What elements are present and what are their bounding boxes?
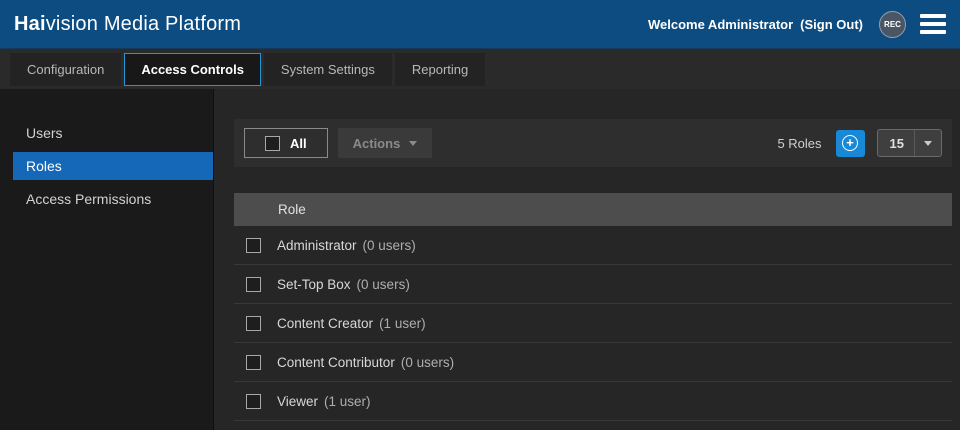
table-row[interactable]: Content Creator (1 user) bbox=[234, 304, 952, 343]
app-header: Haivision Media Platform Welcome Adminis… bbox=[0, 0, 960, 48]
hamburger-menu-icon[interactable] bbox=[920, 10, 946, 38]
row-checkbox[interactable] bbox=[246, 355, 261, 370]
content-panel: All Actions 5 Roles + 15 Role bbox=[214, 89, 960, 430]
roles-count: 5 Roles bbox=[777, 136, 821, 151]
table-header: Role bbox=[234, 193, 952, 226]
actions-dropdown[interactable]: Actions bbox=[338, 128, 433, 158]
main-area: Users Roles Access Permissions All Actio… bbox=[0, 89, 960, 430]
row-checkbox[interactable] bbox=[246, 394, 261, 409]
role-name: Administrator bbox=[277, 238, 357, 253]
plus-icon: + bbox=[842, 135, 858, 151]
role-name: Set-Top Box bbox=[277, 277, 351, 292]
role-user-count: (1 user) bbox=[324, 394, 371, 409]
page-size-dropdown[interactable]: 15 bbox=[877, 129, 942, 157]
header-right: Welcome Administrator (Sign Out) REC bbox=[648, 10, 946, 38]
role-user-count: (0 users) bbox=[363, 238, 416, 253]
sidebar-item-roles[interactable]: Roles bbox=[13, 152, 213, 180]
select-all-button[interactable]: All bbox=[244, 128, 328, 158]
tab-access-controls[interactable]: Access Controls bbox=[124, 53, 261, 86]
sidebar-item-users[interactable]: Users bbox=[13, 119, 213, 147]
actions-label: Actions bbox=[353, 136, 401, 151]
toolbar: All Actions 5 Roles + 15 bbox=[234, 119, 952, 167]
role-user-count: (1 user) bbox=[379, 316, 426, 331]
sidebar-item-access-permissions[interactable]: Access Permissions bbox=[13, 185, 213, 213]
welcome-text: Welcome Administrator bbox=[648, 17, 793, 32]
tab-system-settings[interactable]: System Settings bbox=[264, 53, 392, 86]
row-checkbox[interactable] bbox=[246, 316, 261, 331]
tab-configuration[interactable]: Configuration bbox=[10, 53, 121, 86]
chevron-down-icon bbox=[924, 141, 932, 146]
table-row[interactable]: Viewer (1 user) bbox=[234, 382, 952, 421]
role-user-count: (0 users) bbox=[357, 277, 410, 292]
sidebar: Users Roles Access Permissions bbox=[0, 89, 214, 430]
column-header-role[interactable]: Role bbox=[278, 202, 306, 217]
add-role-button[interactable]: + bbox=[836, 130, 865, 157]
row-checkbox[interactable] bbox=[246, 238, 261, 253]
tab-reporting[interactable]: Reporting bbox=[395, 53, 485, 86]
sign-out-link[interactable]: (Sign Out) bbox=[800, 17, 863, 32]
role-name: Content Creator bbox=[277, 316, 373, 331]
page-size-value: 15 bbox=[890, 136, 904, 151]
select-all-checkbox[interactable] bbox=[265, 136, 280, 151]
table-row[interactable]: Content Contributor (0 users) bbox=[234, 343, 952, 382]
select-all-label: All bbox=[290, 136, 307, 151]
role-name: Content Contributor bbox=[277, 355, 395, 370]
row-checkbox[interactable] bbox=[246, 277, 261, 292]
brand-rest: vision Media Platform bbox=[46, 13, 241, 35]
roles-table: Role Administrator (0 users) Set-Top Box… bbox=[234, 193, 952, 421]
table-row[interactable]: Set-Top Box (0 users) bbox=[234, 265, 952, 304]
role-name: Viewer bbox=[277, 394, 318, 409]
brand-bold: Hai bbox=[14, 13, 46, 35]
brand-logo: Haivision Media Platform bbox=[14, 13, 241, 36]
chevron-down-icon bbox=[409, 141, 417, 146]
table-row[interactable]: Administrator (0 users) bbox=[234, 226, 952, 265]
rec-badge[interactable]: REC bbox=[879, 11, 906, 38]
role-user-count: (0 users) bbox=[401, 355, 454, 370]
page-size-caret bbox=[914, 130, 941, 156]
main-nav: Configuration Access Controls System Set… bbox=[0, 48, 960, 89]
